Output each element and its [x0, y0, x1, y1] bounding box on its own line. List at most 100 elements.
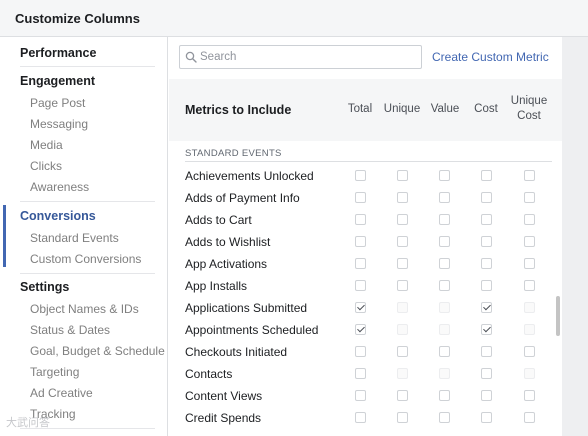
search-input[interactable]	[200, 48, 415, 66]
metric-label: Applications Submitted	[185, 301, 308, 315]
column-total-label: Total	[347, 103, 373, 115]
metric-checkbox-total[interactable]	[355, 192, 366, 203]
sidebar-group-settings[interactable]: Settings	[20, 280, 69, 294]
metric-checkbox-value[interactable]	[439, 192, 450, 203]
metric-label: Adds to Wishlist	[185, 235, 271, 249]
metric-checkbox-unique-cost[interactable]	[524, 390, 535, 401]
metric-row: Appointments Scheduled	[169, 319, 562, 341]
metric-checkbox-unique-cost[interactable]	[524, 236, 535, 247]
create-custom-metric-link[interactable]: Create Custom Metric	[432, 50, 549, 64]
metric-checkbox-unique[interactable]	[397, 258, 408, 269]
metric-row: Applications Submitted	[169, 297, 562, 319]
metric-checkbox-unique-cost[interactable]	[524, 412, 535, 423]
metric-checkbox-unique-cost[interactable]	[524, 280, 535, 291]
scrollbar-thumb[interactable]	[556, 296, 560, 336]
column-value-label: Value	[430, 103, 460, 115]
metric-checkbox-value[interactable]	[439, 390, 450, 401]
sidebar-item-ad-creative[interactable]: Ad Creative	[30, 386, 93, 400]
metric-row: Adds to Cart	[169, 209, 562, 231]
sidebar-item-awareness[interactable]: Awareness	[30, 180, 89, 194]
metric-checkbox-unique-cost[interactable]	[524, 192, 535, 203]
metric-checkbox-cost[interactable]	[481, 170, 492, 181]
metric-checkbox-value[interactable]	[439, 236, 450, 247]
sidebar-item-object-names[interactable]: Object Names & IDs	[30, 302, 139, 316]
metric-checkbox-cost[interactable]	[481, 324, 492, 335]
metric-checkbox-unique-cost[interactable]	[524, 258, 535, 269]
metric-checkbox-value	[439, 324, 450, 335]
metric-checkbox-total[interactable]	[355, 280, 366, 291]
metric-checkbox-unique	[397, 302, 408, 313]
metric-checkbox-cost[interactable]	[481, 258, 492, 269]
metric-checkbox-total[interactable]	[355, 258, 366, 269]
metric-checkbox-value[interactable]	[439, 346, 450, 357]
metric-checkbox-unique-cost[interactable]	[524, 346, 535, 357]
metric-checkbox-unique	[397, 368, 408, 379]
sidebar-group-engagement[interactable]: Engagement	[20, 74, 95, 88]
active-group-indicator	[3, 205, 6, 267]
metric-checkbox-cost[interactable]	[481, 302, 492, 313]
metric-checkbox-unique-cost[interactable]	[524, 170, 535, 181]
sidebar-item-clicks[interactable]: Clicks	[30, 159, 62, 173]
metric-row: Checkouts Initiated	[169, 341, 562, 363]
metrics-column-header: Metrics to Include Total Unique Value Co…	[169, 79, 562, 141]
metric-checkbox-unique-cost	[524, 368, 535, 379]
metric-row: Contacts	[169, 363, 562, 385]
metric-checkbox-total[interactable]	[355, 214, 366, 225]
metric-checkbox-cost[interactable]	[481, 280, 492, 291]
metric-checkbox-total[interactable]	[355, 236, 366, 247]
metric-checkbox-cost[interactable]	[481, 214, 492, 225]
sidebar-item-targeting[interactable]: Targeting	[30, 365, 79, 379]
sidebar-group-performance[interactable]: Performance	[20, 46, 96, 60]
dialog-header: Customize Columns	[0, 0, 588, 37]
metric-checkbox-cost[interactable]	[481, 368, 492, 379]
sidebar-item-media[interactable]: Media	[30, 138, 63, 152]
metric-checkbox-total[interactable]	[355, 412, 366, 423]
metric-checkbox-unique[interactable]	[397, 192, 408, 203]
metric-checkbox-value[interactable]	[439, 214, 450, 225]
metric-checkbox-unique[interactable]	[397, 412, 408, 423]
column-unique-cost-label: Unique Cost	[510, 95, 548, 122]
metric-checkbox-total[interactable]	[355, 170, 366, 181]
metric-checkbox-unique[interactable]	[397, 214, 408, 225]
sidebar-item-custom-conversions[interactable]: Custom Conversions	[30, 252, 141, 266]
metric-checkbox-value[interactable]	[439, 412, 450, 423]
metric-checkbox-cost[interactable]	[481, 236, 492, 247]
metric-checkbox-unique[interactable]	[397, 170, 408, 181]
metric-checkbox-unique[interactable]	[397, 280, 408, 291]
sidebar-item-status-dates[interactable]: Status & Dates	[30, 323, 110, 337]
sidebar-item-page-post[interactable]: Page Post	[30, 96, 85, 110]
metric-checkbox-unique-cost[interactable]	[524, 214, 535, 225]
metric-checkbox-total[interactable]	[355, 346, 366, 357]
metrics-title: Metrics to Include	[185, 103, 292, 117]
sidebar-item-messaging[interactable]: Messaging	[30, 117, 88, 131]
metric-checkbox-unique-cost	[524, 302, 535, 313]
sidebar-group-conversions[interactable]: Conversions	[20, 209, 96, 223]
sidebar-divider	[20, 201, 155, 202]
metric-checkbox-cost[interactable]	[481, 412, 492, 423]
metric-checkbox-total[interactable]	[355, 324, 366, 335]
metric-checkbox-cost[interactable]	[481, 390, 492, 401]
metric-checkbox-value	[439, 368, 450, 379]
metric-row: Adds to Wishlist	[169, 231, 562, 253]
metric-checkbox-total[interactable]	[355, 368, 366, 379]
metric-checkbox-total[interactable]	[355, 390, 366, 401]
metric-checkbox-total[interactable]	[355, 302, 366, 313]
metric-checkbox-unique[interactable]	[397, 346, 408, 357]
metric-checkbox-value[interactable]	[439, 170, 450, 181]
sidebar-divider	[20, 273, 155, 274]
category-sidebar: Performance Engagement Page Post Messagi…	[0, 37, 168, 436]
watermark-text: 大武问答	[6, 417, 50, 429]
metric-checkbox-value[interactable]	[439, 258, 450, 269]
metric-checkbox-value[interactable]	[439, 280, 450, 291]
metric-checkbox-cost[interactable]	[481, 346, 492, 357]
sidebar-item-standard-events[interactable]: Standard Events	[30, 231, 119, 245]
metric-label: Appointments Scheduled	[185, 323, 319, 337]
metric-label: Contacts	[185, 367, 233, 381]
sidebar-item-goal-budget[interactable]: Goal, Budget & Schedule	[30, 344, 165, 358]
search-box[interactable]	[179, 45, 422, 69]
column-unique-label: Unique	[383, 103, 421, 115]
metric-checkbox-unique[interactable]	[397, 390, 408, 401]
metric-checkbox-unique[interactable]	[397, 236, 408, 247]
metric-checkbox-cost[interactable]	[481, 192, 492, 203]
metrics-panel: Create Custom Metric Metrics to Include …	[169, 37, 562, 436]
